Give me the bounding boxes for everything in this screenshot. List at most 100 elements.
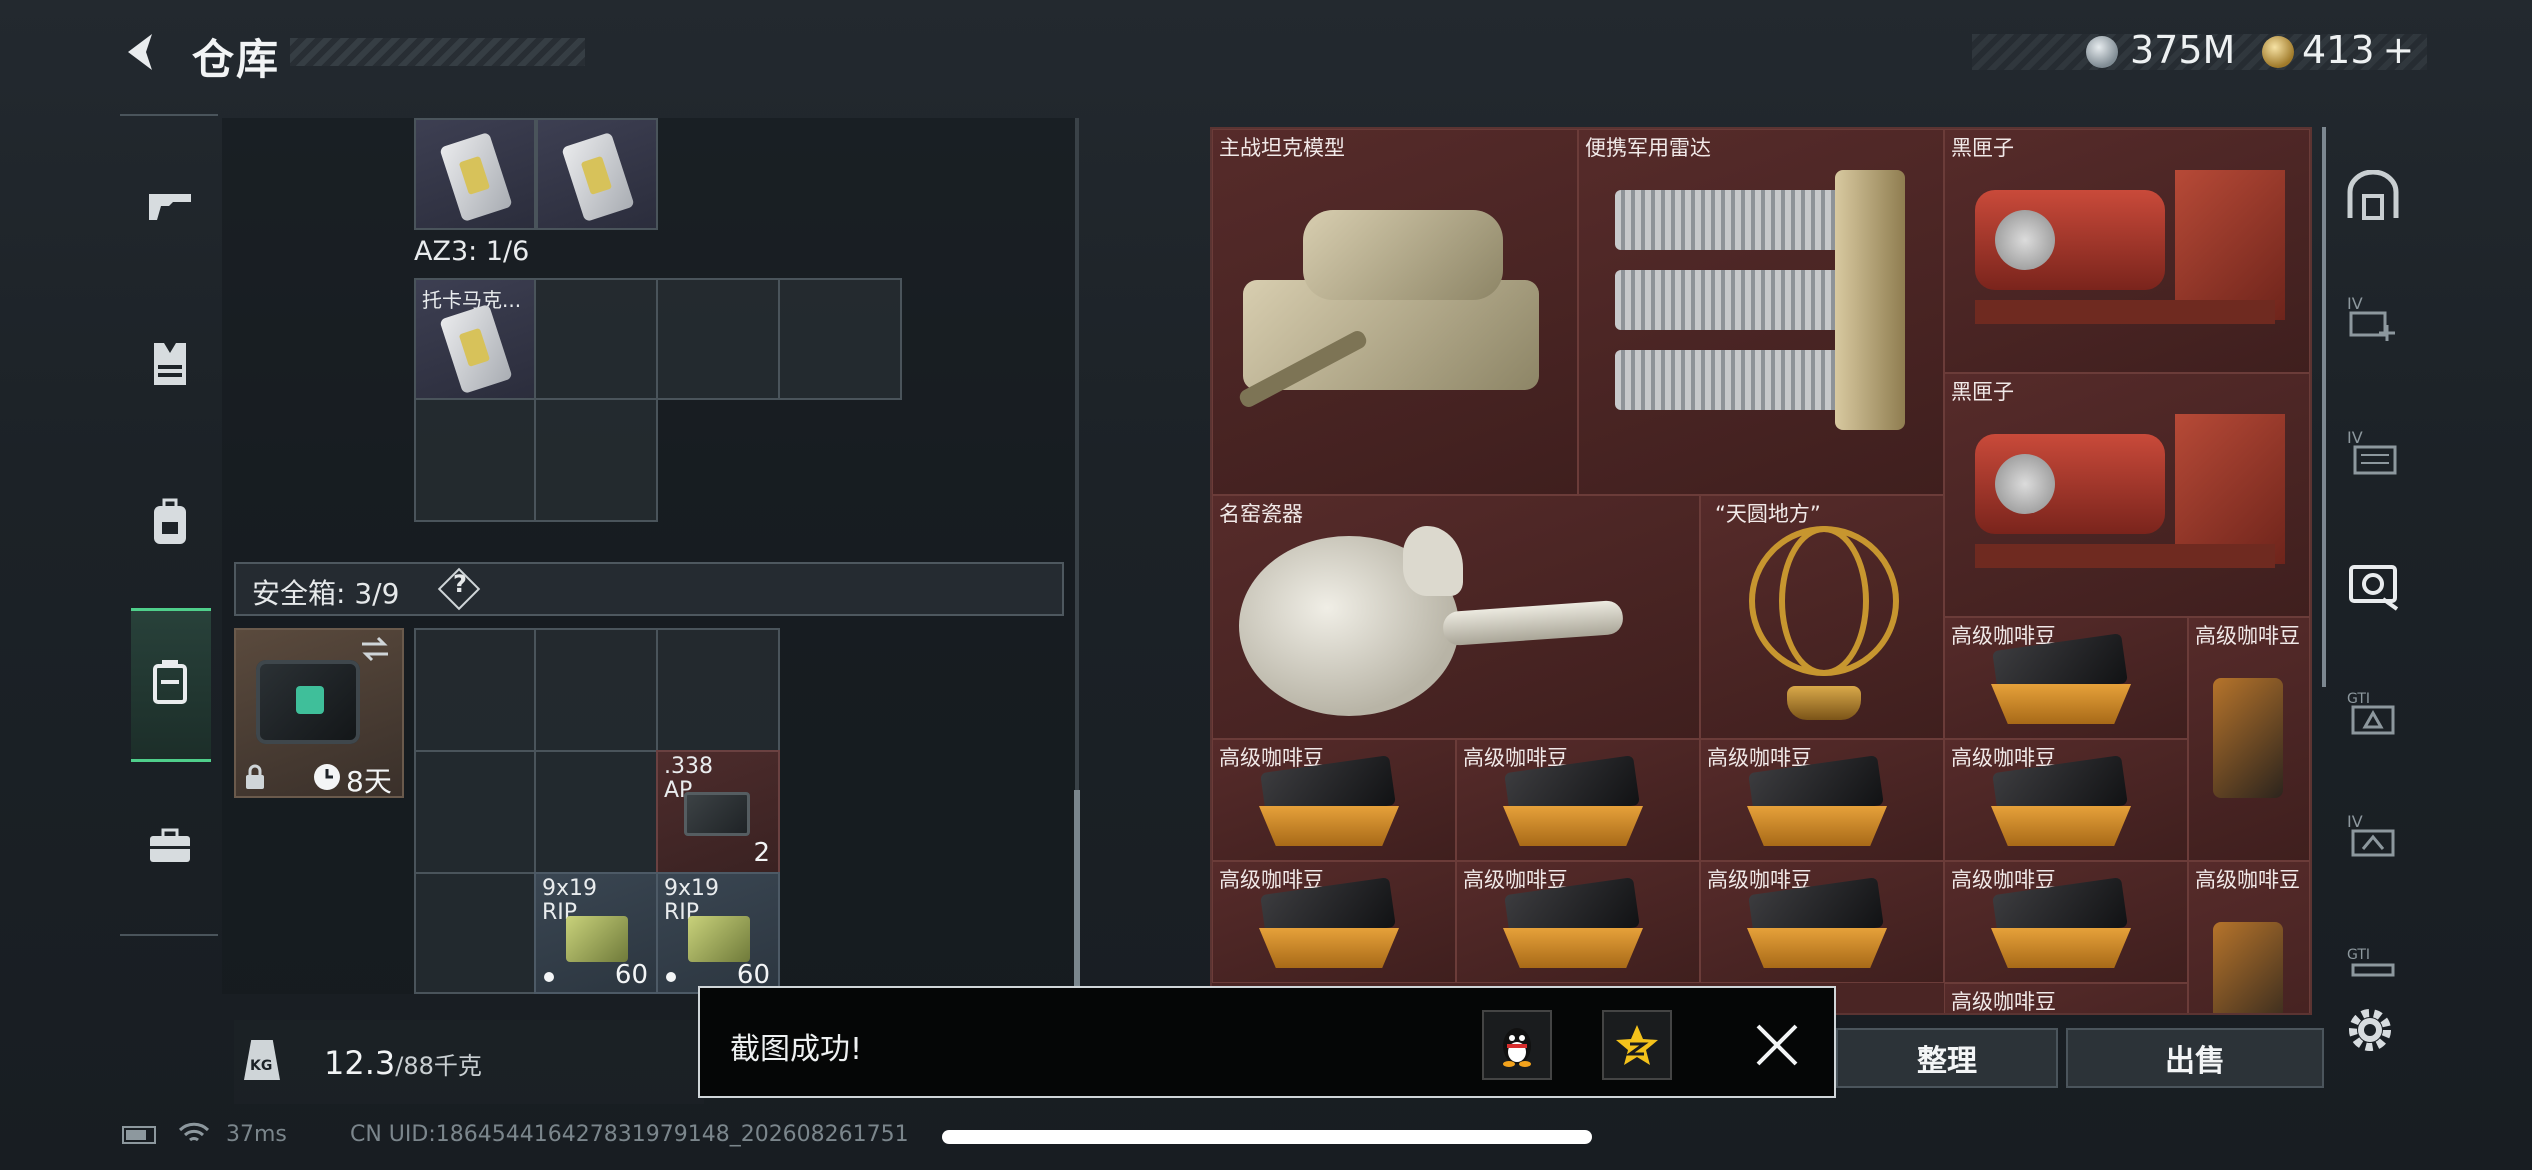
gold-coin-icon — [2262, 36, 2294, 68]
gold-currency-amount[interactable]: 413 + — [2302, 28, 2414, 72]
gold-add-button[interactable]: + — [2383, 28, 2415, 72]
ammo-9x19-item[interactable]: 9x19 RIP 60 — [534, 872, 658, 994]
stash-page-gti-icon[interactable]: GTI — [2338, 676, 2408, 746]
porcelain-neck-image — [1442, 599, 1624, 647]
battery-icon — [122, 1126, 156, 1144]
grid-slot[interactable] — [414, 398, 536, 522]
carry-weight-capacity: /88千克 — [395, 1052, 482, 1080]
stash-item-coffee[interactable]: 高级咖啡豆 — [1456, 861, 1700, 983]
clock-icon — [314, 764, 340, 790]
stash-item-globe[interactable]: “天圆地方” — [1700, 495, 1944, 739]
item-name-label: 便携军用雷达 — [1585, 136, 1711, 160]
ammo-338-item[interactable]: .338 AP 2 — [656, 750, 780, 874]
item-name-label: 高级咖啡豆 — [2195, 868, 2300, 892]
silver-coin-icon — [2086, 36, 2118, 68]
stash-item-coffee[interactable]: 高级咖啡豆 — [1700, 739, 1944, 861]
grid-slot[interactable] — [414, 628, 536, 752]
stash-item-coffee[interactable]: 高级咖啡豆 — [1944, 861, 2188, 983]
radar-panel-image — [1615, 350, 1845, 410]
stash-item-porcelain[interactable]: 名窑瓷器 — [1212, 495, 1700, 739]
stash-page-camera-icon[interactable] — [2338, 548, 2408, 618]
stash-item-coffee[interactable]: 高级咖啡豆 — [1212, 861, 1456, 983]
ammo-caliber-label: .338 — [664, 754, 713, 779]
toolbox-category-icon[interactable] — [130, 806, 210, 886]
backpack-category-icon[interactable] — [130, 482, 210, 562]
grid-slot[interactable] — [534, 398, 658, 522]
wifi-icon — [178, 1122, 210, 1142]
carry-weight-value: 12.3 — [324, 1044, 396, 1082]
item-name-label: 高级咖啡豆 — [1951, 990, 2056, 1014]
item-name-label: 主战坦克模型 — [1219, 136, 1345, 160]
item-name-label: 高级咖啡豆 — [2195, 624, 2300, 648]
ammo-box-icon — [566, 916, 628, 962]
ammo-9x19-item[interactable]: 9x19 RIP 60 — [656, 872, 780, 994]
ammo-case-icon — [684, 792, 750, 836]
left-scrollbar-thumb[interactable] — [1074, 790, 1080, 990]
weapon-category-icon[interactable] — [130, 166, 210, 246]
safebox-image — [256, 660, 360, 744]
grid-slot[interactable] — [414, 750, 536, 874]
grid-slot[interactable] — [414, 872, 536, 994]
safebox-capacity-label: 安全箱: 3/9 — [252, 577, 400, 610]
settings-gear-icon[interactable] — [2342, 1002, 2398, 1058]
stash-scrollbar-thumb[interactable] — [2322, 127, 2326, 687]
grid-slot[interactable] — [656, 278, 780, 400]
stash-item-coffee[interactable]: 高级咖啡豆 — [1700, 861, 1944, 983]
lock-icon — [246, 764, 264, 789]
close-toast-icon[interactable] — [1748, 1016, 1806, 1074]
coffee-tray-image — [1503, 806, 1643, 846]
weight-icon-label: KG — [250, 1058, 273, 1074]
stash-item-blackbox[interactable]: 黑匣子 — [1944, 373, 2310, 617]
stash-item-coffee[interactable]: 高级咖啡豆 — [1456, 739, 1700, 861]
safebox-category-icon[interactable] — [130, 642, 210, 722]
coffee-tray-image — [1747, 928, 1887, 968]
sell-button[interactable]: 出售 — [2066, 1028, 2324, 1088]
safebox-timer: 8天 — [346, 765, 392, 798]
magazine-item[interactable]: 托卡马克... — [414, 278, 536, 400]
armor-category-icon[interactable] — [130, 324, 210, 404]
grid-slot[interactable] — [534, 750, 658, 874]
grid-slot[interactable] — [534, 278, 658, 400]
stash-item-coffee[interactable]: 高级咖啡豆 — [2188, 617, 2310, 861]
home-indicator[interactable] — [942, 1130, 1592, 1144]
svg-text:IV: IV — [2347, 812, 2363, 831]
swap-icon[interactable] — [358, 634, 392, 664]
stash-page-iv-tool-icon[interactable]: IV — [2338, 800, 2408, 870]
magazine-icon — [439, 131, 513, 223]
grid-slot[interactable] — [656, 628, 780, 752]
back-arrow-icon[interactable] — [118, 28, 166, 76]
stash-item-tank[interactable]: 主战坦克模型 — [1212, 129, 1578, 495]
stash-item-coffee[interactable]: 高级咖啡豆 — [1944, 739, 2188, 861]
svg-text:IV: IV — [2347, 294, 2363, 313]
grid-slot[interactable] — [778, 278, 902, 400]
coffee-tray-image — [1991, 684, 2131, 724]
stash-page-gti-lock-icon[interactable]: GTI — [2338, 926, 2408, 996]
organize-button[interactable]: 整理 — [1836, 1028, 2058, 1088]
stash-item-coffee[interactable]: 高级咖啡豆 — [2188, 861, 2310, 1013]
share-qq-button[interactable] — [1482, 1010, 1552, 1080]
coffee-tray-image — [1259, 928, 1399, 968]
stash-item-radar[interactable]: 便携军用雷达 — [1578, 129, 1944, 495]
help-icon-glyph: ? — [453, 570, 467, 598]
ammo-box-icon — [688, 916, 750, 962]
grid-slot[interactable] — [534, 628, 658, 752]
coffee-tray-image — [1259, 806, 1399, 846]
stash-item-coffee[interactable]: 高级咖啡豆 — [1944, 617, 2188, 739]
qq-penguin-icon — [1503, 1028, 1531, 1067]
ammo-quantity: 2 — [753, 838, 770, 868]
stash-item-coffee[interactable]: 高级咖啡豆 — [1212, 739, 1456, 861]
stash-item-coffee[interactable]: 高级咖啡豆 — [1944, 983, 2188, 1014]
coffee-bag-image — [2213, 678, 2283, 798]
blackbox-logo-image — [1995, 454, 2055, 514]
warehouse-tab-icon[interactable] — [2338, 160, 2408, 230]
magazine-item[interactable] — [536, 118, 658, 230]
stash-page-iv-list-icon[interactable]: IV — [2338, 416, 2408, 486]
blackbox-base-image — [1975, 300, 2275, 324]
stash-item-blackbox[interactable]: 黑匣子 — [1944, 129, 2310, 373]
magazine-item[interactable] — [414, 118, 536, 230]
ammo-caliber-label: 9x19 — [664, 876, 720, 901]
coffee-tray-image — [1747, 806, 1887, 846]
share-qzone-button[interactable] — [1602, 1010, 1672, 1080]
qzone-star-icon — [1616, 1025, 1658, 1065]
stash-page-iv-add-icon[interactable]: IV — [2338, 282, 2408, 352]
